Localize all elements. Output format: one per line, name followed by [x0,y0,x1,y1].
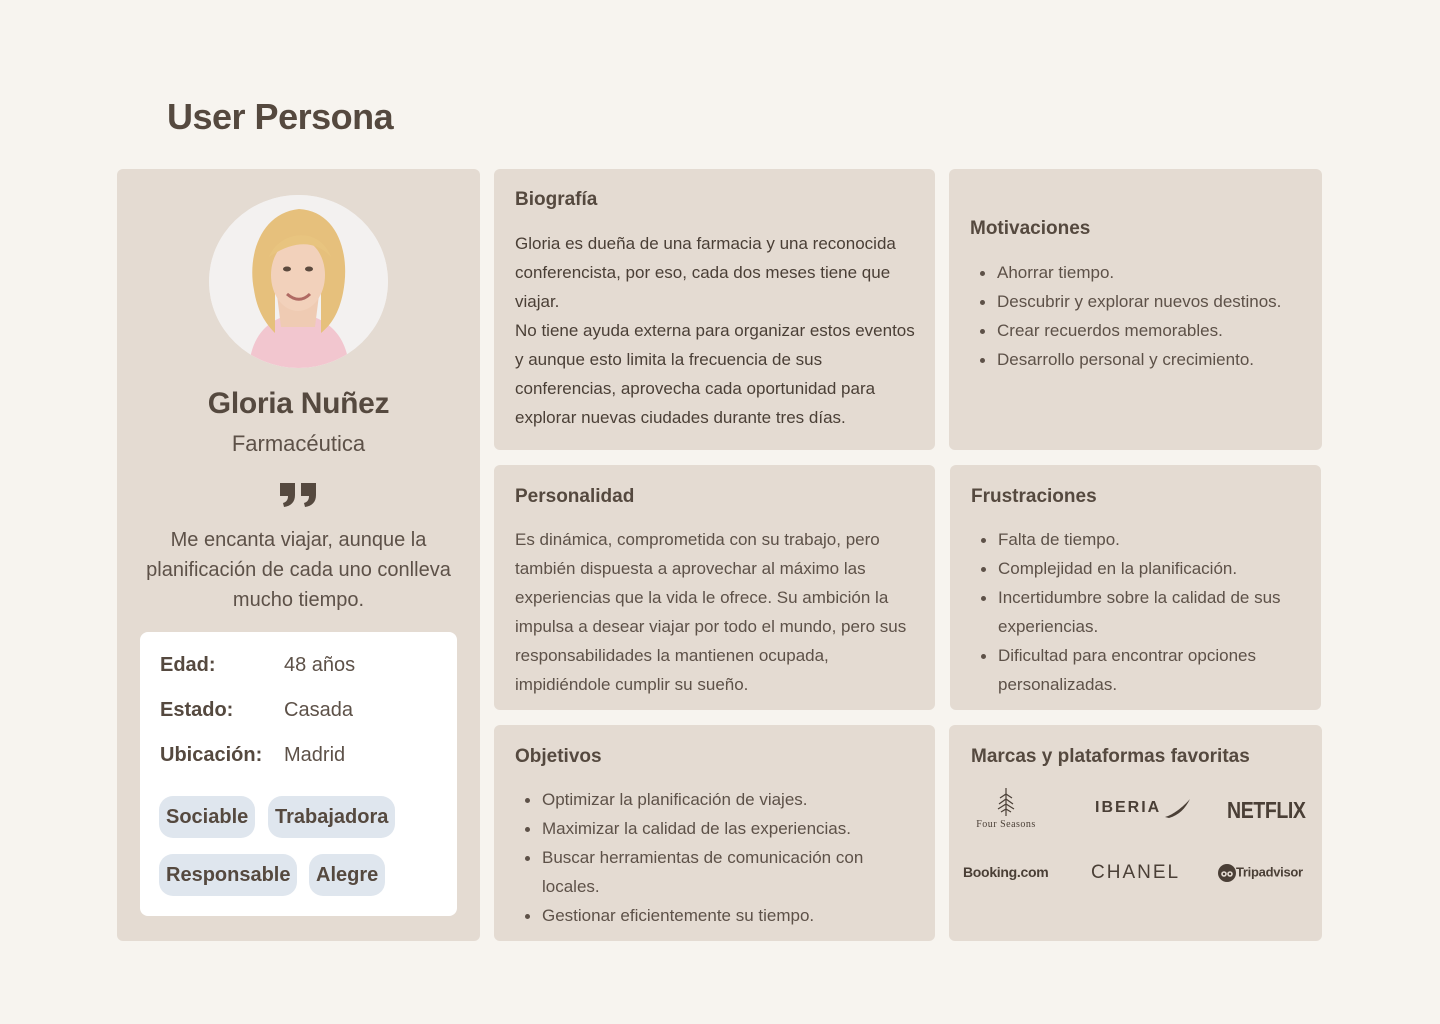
fact-status: Estado: Casada [160,699,353,722]
biography-title: Biografía [515,189,598,210]
personality-text: Es dinámica, comprometida con su trabajo… [515,530,907,694]
four-seasons-tree-icon [997,788,1015,816]
logo-netflix: NETFLIX [1227,797,1306,823]
avatar [209,195,388,368]
quote-icon [280,483,316,507]
page-title: User Persona [167,96,394,137]
persona-role: Farmacéutica [231,431,366,456]
tripadvisor-wordmark: Tripadvisor [1236,864,1303,880]
motivations-card: Motivaciones Ahorrar tiempo. Descubrir y… [949,169,1322,450]
list-item: Dificultad para encontrar opciones perso… [971,641,1311,699]
fact-label: Edad: [160,654,216,676]
facts-panel: Edad: 48 años Estado: Casada Ubicación: Mad… [140,632,457,916]
list-item: Buscar herramientas de comunicación con … [515,843,925,901]
list-item: Complejidad en la planificación. [971,554,1311,583]
list-item: Ahorrar tiempo. [970,258,1300,287]
tripadvisor-owl-icon [1218,864,1236,882]
brands-card: Marcas y plataformas favoritas Four Seas… [949,725,1322,941]
four-seasons-wordmark: Four Seasons [976,819,1036,830]
logo-chanel: CHANEL [1091,862,1181,883]
list-item: Falta de tiempo. [971,525,1311,554]
motivations-list: Ahorrar tiempo. Descubrir y explorar nue… [970,258,1300,374]
list-item: Maximizar la calidad de las experiencias… [515,814,925,843]
fact-label: Estado: [160,699,234,721]
iberia-wordmark: IBERIA [1095,799,1161,817]
fact-age: Edad: 48 años [160,654,355,677]
profile-card: Gloria Nuñez Farmacéutica Me encanta via… [117,169,480,941]
tag-responsable: Responsable [159,854,298,896]
tag-alegre: Alegre [309,854,386,896]
fact-location: Ubicación: Madrid [160,744,345,767]
list-item: Descubrir y explorar nuevos destinos. [970,287,1300,316]
fact-value: Casada [284,699,353,721]
goals-title: Objetivos [515,746,602,767]
personality-card: Personalidad Es dinámica, comprometida c… [494,465,935,710]
list-item: Incertidumbre sobre la calidad de sus ex… [971,583,1311,641]
goals-card: Objetivos Optimizar la planificación de … [494,725,935,941]
fact-value: Madrid [284,744,346,766]
frustrations-list: Falta de tiempo. Complejidad en la plani… [971,525,1311,699]
tag-sociable: Sociable [159,796,256,838]
avatar-photo [209,195,388,368]
tag-trabajadora: Trabajadora [268,796,396,838]
fact-label: Ubicación: [160,744,263,766]
logo-four-seasons: Four Seasons [963,788,1049,830]
list-item: Crear recuerdos memorables. [970,316,1300,345]
biography-card: Biografía Gloria es dueña de una farmaci… [494,169,935,450]
biography-text: Gloria es dueña de una farmacia y una re… [515,229,925,432]
frustrations-title: Frustraciones [971,486,1097,507]
list-item: Optimizar la planificación de viajes. [515,785,925,814]
brands-title: Marcas y plataformas favoritas [971,746,1250,767]
iberia-wing-icon [1165,799,1191,818]
list-item: Gestionar eficientemente su tiempo. [515,901,925,930]
logo-iberia: IBERIA [1095,797,1191,819]
biography-paragraph: No tiene ayuda externa para organizar es… [515,321,915,427]
logo-tripadvisor: Tripadvisor [1218,864,1303,882]
list-item: Desarrollo personal y crecimiento. [970,345,1300,374]
frustrations-card: Frustraciones Falta de tiempo. Complejid… [950,465,1321,710]
persona-name: Gloria Nuñez [207,387,390,420]
persona-quote: Me encanta viajar, aunque la planificaci… [146,529,451,611]
fact-value: 48 años [284,654,356,676]
personality-title: Personalidad [515,486,635,507]
biography-paragraph: Gloria es dueña de una farmacia y una re… [515,234,896,311]
motivations-title: Motivaciones [970,218,1091,239]
goals-list: Optimizar la planificación de viajes. Ma… [515,785,925,930]
logo-booking: Booking.com [963,864,1049,880]
